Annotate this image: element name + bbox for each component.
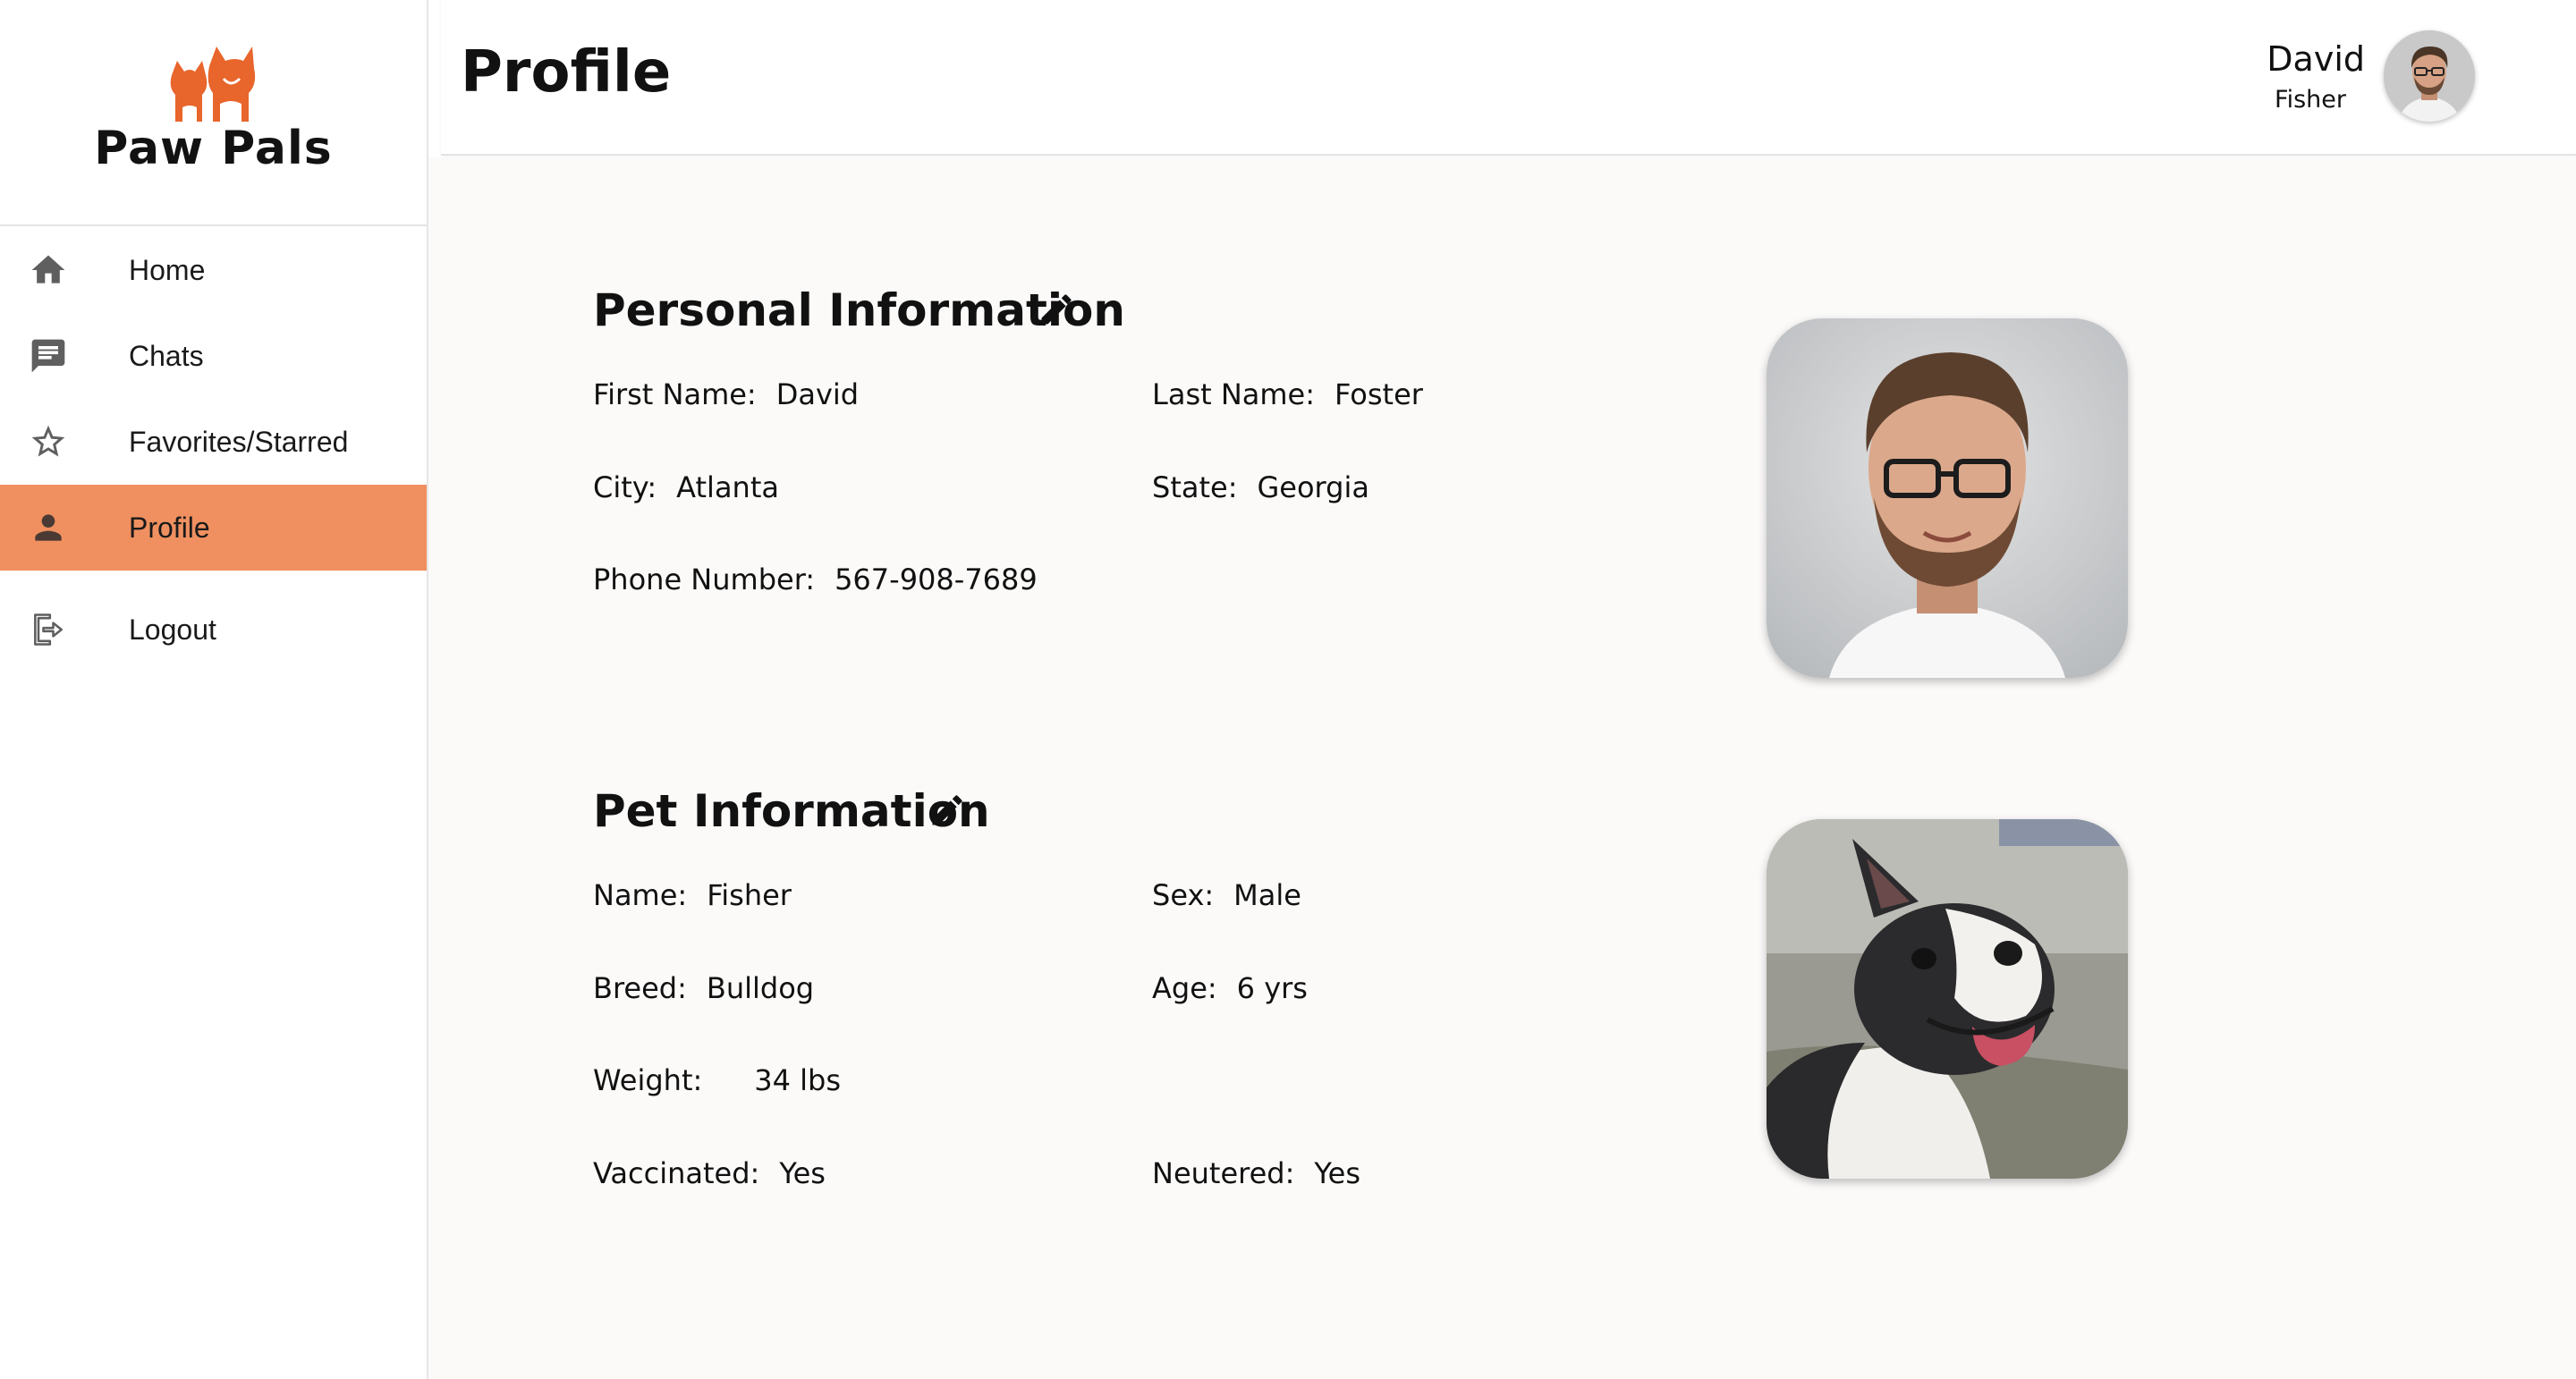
sidebar: Paw Pals Home Chats Favorites/Starred Pr… — [0, 0, 428, 1379]
sidebar-item-label: Chats — [129, 340, 204, 372]
edit-pet-pencil-icon[interactable] — [928, 791, 967, 830]
sidebar-nav: Home Chats Favorites/Starred Profile Log… — [0, 227, 427, 673]
field-pet-neutered: Neutered: Yes — [1152, 1156, 1360, 1190]
field-value: Yes — [1314, 1156, 1361, 1190]
field-value: 34 lbs — [754, 1063, 842, 1097]
field-pet-age: Age: 6 yrs — [1152, 971, 1308, 1005]
field-value: David — [775, 377, 860, 411]
field-value: Foster — [1335, 377, 1423, 411]
field-value: Georgia — [1257, 470, 1369, 504]
field-label: Weight: — [593, 1063, 703, 1097]
user-avatar-image — [2384, 30, 2475, 122]
field-value: Bulldog — [706, 971, 815, 1005]
sidebar-item-logout[interactable]: Logout — [0, 587, 427, 673]
user-first-name: David — [2267, 39, 2365, 79]
field-label: City: — [593, 470, 657, 504]
field-label: Neutered: — [1152, 1156, 1295, 1190]
user-photo-image — [1767, 318, 2128, 678]
app: Paw Pals Home Chats Favorites/Starred Pr… — [0, 0, 2576, 1379]
page-title: Profile — [461, 39, 672, 106]
field-value: Fisher — [707, 878, 792, 912]
field-pet-vaccinated: Vaccinated: Yes — [593, 1156, 826, 1190]
person-icon — [35, 514, 62, 541]
field-pet-name: Name: Fisher — [593, 878, 792, 912]
field-label: Age: — [1152, 971, 1217, 1005]
paw-pals-logo-icon — [170, 47, 256, 122]
sidebar-item-label: Favorites/Starred — [129, 426, 349, 458]
top-header: Profile David Fisher — [441, 0, 2576, 156]
chat-icon — [31, 339, 65, 373]
field-first-name: First Name: David — [593, 377, 859, 411]
field-label: State: — [1152, 470, 1238, 504]
field-value: Yes — [779, 1156, 826, 1190]
field-value: 567-908-7689 — [835, 563, 1038, 596]
home-icon — [31, 255, 65, 283]
sidebar-item-home[interactable]: Home — [0, 227, 427, 313]
star-icon — [31, 425, 65, 457]
sidebar-item-label: Profile — [129, 512, 210, 544]
sidebar-item-favorites[interactable]: Favorites/Starred — [0, 399, 427, 485]
brand-logo[interactable]: Paw Pals — [0, 0, 427, 226]
sidebar-item-label: Home — [129, 254, 206, 286]
field-last-name: Last Name: Foster — [1152, 377, 1423, 411]
user-profile-photo[interactable] — [1767, 318, 2128, 678]
field-label: Breed: — [593, 971, 687, 1005]
field-pet-breed: Breed: Bulldog — [593, 971, 814, 1005]
field-label: Phone Number: — [593, 563, 816, 596]
sidebar-item-label: Logout — [129, 613, 216, 646]
field-label: First Name: — [593, 377, 757, 411]
field-state: State: Georgia — [1152, 470, 1369, 504]
field-label: Vaccinated: — [593, 1156, 760, 1190]
field-city: City: Atlanta — [593, 470, 779, 504]
field-value: 6 yrs — [1236, 971, 1308, 1005]
field-label: Name: — [593, 878, 688, 912]
sidebar-item-chats[interactable]: Chats — [0, 313, 427, 399]
field-label: Last Name: — [1152, 377, 1316, 411]
field-pet-weight: Weight: 34 lbs — [593, 1063, 841, 1097]
pet-photo-image — [1767, 819, 2128, 1179]
profile-content: Personal Information First Name: David La… — [428, 157, 2576, 1379]
brand-name: Paw Pals — [94, 122, 333, 175]
field-value: Atlanta — [676, 470, 779, 504]
field-label: Sex: — [1152, 878, 1215, 912]
pet-profile-photo[interactable] — [1767, 819, 2128, 1179]
edit-personal-pencil-icon[interactable] — [1037, 290, 1076, 329]
sidebar-item-profile[interactable]: Profile — [0, 485, 427, 571]
field-value: Male — [1233, 878, 1301, 912]
field-pet-sex: Sex: Male — [1152, 878, 1301, 912]
field-phone: Phone Number: 567-908-7689 — [593, 563, 1038, 596]
avatar[interactable] — [2384, 30, 2475, 122]
logout-icon — [34, 613, 63, 646]
user-last-name: Fisher — [2275, 86, 2346, 114]
